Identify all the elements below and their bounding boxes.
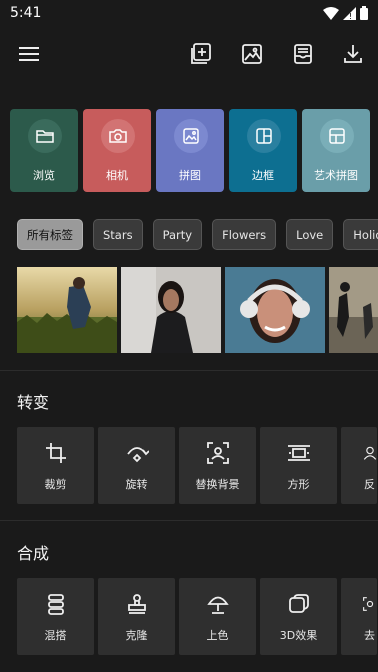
tool-label: 混搭 (44, 629, 67, 642)
status-icons: ! (323, 6, 368, 20)
crop-icon (17, 441, 94, 465)
tool-label: 克隆 (125, 629, 148, 642)
signal-icon: ! (343, 6, 356, 20)
tool-label: 上色 (206, 629, 229, 642)
tool-label: 去 (364, 629, 375, 642)
svg-text:!: ! (349, 12, 352, 20)
inbox-icon[interactable] (291, 42, 315, 66)
tool-clone[interactable]: 克隆 (98, 578, 175, 655)
tool-label: 反 (364, 478, 375, 491)
tool-label: 替换背景 (195, 478, 240, 491)
quick-action-label: 浏览 (33, 169, 55, 182)
sample-photo-portrait[interactable] (121, 267, 221, 353)
divider (0, 370, 378, 371)
quick-action-camera[interactable]: 相机 (83, 109, 151, 192)
tool-3d-effect[interactable]: 3D效果 (260, 578, 337, 655)
quick-action-collage[interactable]: 拼图 (156, 109, 224, 192)
download-icon[interactable] (341, 42, 365, 66)
tool-square[interactable]: 方形 (260, 427, 337, 504)
replace-background-icon (179, 441, 256, 465)
tag-chips: 所有标签 Stars Party Flowers Love Holid (17, 219, 378, 250)
section-title-transform: 转变 (17, 393, 50, 412)
quick-action-art-collage[interactable]: 艺术拼图 (302, 109, 370, 192)
tool-crop[interactable]: 裁剪 (17, 427, 94, 504)
umbrella-icon (179, 592, 256, 616)
sample-photo-dancers[interactable] (329, 267, 378, 353)
layers-icon (17, 592, 94, 616)
compose-tools: 混搭 克隆 上色 3D效果 去 (17, 578, 377, 655)
tool-remove[interactable]: 去 (341, 578, 377, 655)
cube-3d-icon (260, 592, 337, 616)
quick-action-browse[interactable]: 浏览 (10, 109, 78, 192)
remove-object-icon (341, 592, 377, 616)
camera-icon (101, 119, 135, 153)
folder-icon (28, 119, 62, 153)
sample-photo-field[interactable] (17, 267, 117, 353)
wifi-icon (323, 6, 339, 20)
tool-label: 方形 (287, 478, 310, 491)
image-icon (174, 119, 208, 153)
transform-tools: 裁剪 旋转 替换背景 方形 反 (17, 427, 377, 504)
battery-icon (360, 6, 368, 20)
tag-chip-stars[interactable]: Stars (93, 219, 143, 250)
tag-chip-all[interactable]: 所有标签 (17, 219, 83, 250)
square-fit-icon (260, 441, 337, 465)
sample-photos (17, 267, 378, 353)
menu-icon[interactable] (17, 42, 41, 66)
quick-action-label: 边框 (252, 169, 274, 182)
gallery-icon[interactable] (240, 42, 264, 66)
rotate-icon (98, 441, 175, 465)
stamp-icon (98, 592, 175, 616)
tool-colorize[interactable]: 上色 (179, 578, 256, 655)
tag-chip-flowers[interactable]: Flowers (212, 219, 277, 250)
tool-label: 旋转 (125, 478, 148, 491)
top-toolbar (0, 30, 378, 80)
quick-actions: 浏览 相机 拼图 边框 艺术拼图 (10, 109, 370, 192)
quick-action-frame[interactable]: 边框 (229, 109, 297, 192)
add-image-icon[interactable] (189, 42, 213, 66)
sample-photo-headphones[interactable] (225, 267, 325, 353)
tool-rotate[interactable]: 旋转 (98, 427, 175, 504)
tag-chip-party[interactable]: Party (152, 219, 203, 250)
tool-replace-background[interactable]: 替换背景 (179, 427, 256, 504)
tag-chip-holiday[interactable]: Holid (343, 219, 378, 250)
tool-reverse[interactable]: 反 (341, 427, 377, 504)
tool-label: 裁剪 (44, 478, 67, 491)
quick-action-label: 拼图 (179, 169, 201, 182)
person-icon (341, 441, 377, 465)
divider (0, 520, 378, 521)
tool-mix[interactable]: 混搭 (17, 578, 94, 655)
quick-action-label: 相机 (106, 169, 128, 182)
tag-chip-love[interactable]: Love (286, 219, 334, 250)
tool-label: 3D效果 (279, 629, 318, 642)
grid-icon (320, 119, 354, 153)
frame-icon (247, 119, 281, 153)
quick-action-label: 艺术拼图 (314, 169, 358, 182)
status-bar: 5:41 ! (0, 0, 378, 26)
status-time: 5:41 (10, 5, 42, 21)
section-title-compose: 合成 (17, 544, 50, 563)
